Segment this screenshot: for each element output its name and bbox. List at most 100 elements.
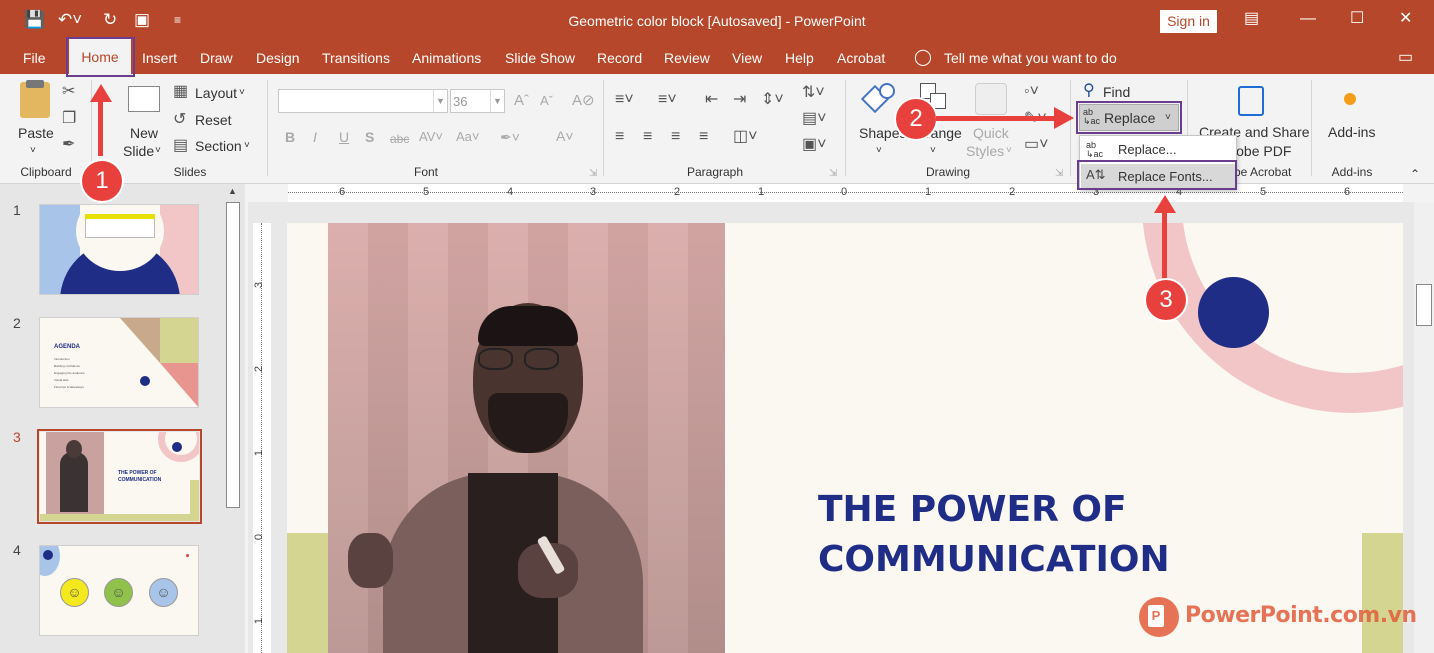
smartart-icon[interactable]: ▣˅ — [802, 136, 826, 154]
speaker-photo[interactable] — [328, 223, 725, 653]
font-size-dropdown-icon[interactable]: ▼ — [490, 90, 504, 112]
increase-font-size-icon[interactable]: Aˆ — [514, 92, 529, 110]
copy-icon[interactable]: ❐ — [62, 110, 76, 128]
replace-menu-item[interactable]: Replace... — [1118, 141, 1177, 159]
quick-styles-icon[interactable] — [975, 83, 1007, 115]
slide-thumbnail-4[interactable]: ☺ ☺ ☺ — [39, 545, 199, 636]
paragraph-dialog-launcher-icon[interactable]: ⇲ — [829, 165, 837, 183]
quick-styles-button-line2[interactable]: Styles — [966, 142, 1004, 160]
group-label-slides: Slides — [173, 165, 207, 179]
tab-design[interactable]: Design — [256, 48, 300, 68]
align-text-icon[interactable]: ▤˅ — [802, 110, 826, 128]
tell-me-search[interactable]: Tell me what you want to do — [944, 48, 1117, 68]
shadow-icon[interactable]: S — [365, 128, 374, 146]
scroll-up-icon[interactable]: ▲ — [228, 186, 237, 196]
slide-number: 1 — [13, 202, 21, 218]
thumbnail-scrollbar[interactable]: ▲ — [224, 184, 242, 653]
tab-review[interactable]: Review — [664, 48, 710, 68]
shapes-dropdown-icon[interactable]: ˅ — [876, 142, 882, 160]
slide-title-line-2[interactable]: COMMUNICATION — [818, 539, 1170, 580]
font-name-input[interactable] — [278, 89, 448, 113]
section-dropdown-icon[interactable]: ˅ — [244, 137, 250, 155]
collapse-ribbon-icon[interactable]: ⌃ — [1410, 165, 1420, 183]
tab-help[interactable]: Help — [785, 48, 814, 68]
shapes-icon[interactable] — [860, 83, 895, 114]
tab-file[interactable]: File — [23, 48, 46, 68]
align-center-icon[interactable]: ≡ — [643, 128, 652, 146]
italic-icon[interactable]: I — [313, 128, 317, 146]
tab-acrobat[interactable]: Acrobat — [837, 48, 885, 68]
reset-button[interactable]: Reset — [195, 111, 232, 129]
slide-thumbnail-2[interactable]: AGENDA Introduction Building confidence … — [39, 317, 199, 408]
tab-transitions[interactable]: Transitions — [322, 48, 390, 68]
add-ins-icon[interactable] — [1344, 93, 1356, 105]
decrease-font-size-icon[interactable]: Aˇ — [540, 92, 553, 110]
sign-in-button[interactable]: Sign in — [1160, 10, 1217, 33]
character-spacing-icon[interactable]: AV˅ — [419, 128, 443, 146]
clear-formatting-icon[interactable]: A⊘ — [572, 92, 595, 110]
line-spacing-icon[interactable]: ⇕˅ — [761, 91, 784, 109]
columns-icon[interactable]: ◫˅ — [733, 128, 757, 146]
annotation-arrowhead-1 — [90, 84, 112, 102]
tab-insert[interactable]: Insert — [142, 48, 177, 68]
strikethrough-icon[interactable]: abc — [390, 130, 409, 148]
canvas-scrollbar[interactable] — [1414, 202, 1434, 653]
tab-view[interactable]: View — [732, 48, 762, 68]
increase-indent-icon[interactable]: ⇥ — [733, 91, 746, 109]
section-button[interactable]: Section — [195, 137, 242, 155]
smiley-yellow-icon: ☺ — [60, 578, 89, 607]
tab-animations[interactable]: Animations — [412, 48, 481, 68]
close-icon[interactable]: ✕ — [1399, 8, 1412, 30]
paste-dropdown-icon[interactable]: ˅ — [30, 142, 36, 160]
quick-styles-dropdown-icon[interactable]: ˅ — [1006, 142, 1012, 160]
comments-icon[interactable]: ▭ — [1398, 48, 1413, 68]
align-left-icon[interactable]: ≡ — [615, 128, 624, 146]
maximize-icon[interactable]: ☐ — [1350, 8, 1364, 30]
format-painter-icon[interactable]: ✒ — [62, 136, 75, 154]
ribbon-display-icon[interactable]: ▤ — [1244, 8, 1259, 30]
quick-styles-button[interactable]: Quick — [973, 124, 1009, 142]
new-slide-icon[interactable] — [128, 86, 160, 112]
new-slide-button[interactable]: New — [130, 124, 158, 142]
underline-icon[interactable]: U — [339, 128, 349, 146]
text-direction-icon[interactable]: ⇅˅ — [802, 84, 825, 102]
section-icon: ▤ — [173, 137, 189, 154]
layout-dropdown-icon[interactable]: ˅ — [239, 84, 245, 102]
slide-thumbnail-1[interactable] — [39, 204, 199, 295]
highlight-icon[interactable]: ✒˅ — [500, 128, 520, 146]
new-slide-dropdown-icon[interactable]: ˅ — [155, 142, 161, 160]
minimize-icon[interactable]: — — [1300, 8, 1316, 30]
justify-icon[interactable]: ≡ — [699, 128, 708, 146]
font-dialog-launcher-icon[interactable]: ⇲ — [589, 165, 597, 183]
shape-effects-icon[interactable]: ▭˅ — [1024, 136, 1048, 154]
slide-canvas[interactable]: THE POWER OF COMMUNICATION — [287, 223, 1403, 653]
slide-thumbnail-3-selected[interactable]: THE POWER OF COMMUNICATION — [37, 429, 202, 524]
group-label-add-ins: Add-ins — [1331, 165, 1373, 179]
tab-slide-show[interactable]: Slide Show — [505, 48, 575, 68]
font-color-icon[interactable]: A˅ — [556, 127, 574, 145]
canvas-scrollbar-thumb[interactable] — [1416, 284, 1432, 326]
find-button[interactable]: Find — [1103, 83, 1130, 101]
bold-icon[interactable]: B — [285, 128, 295, 146]
create-share-pdf-icon[interactable] — [1238, 86, 1264, 116]
new-slide-button-line2[interactable]: Slide — [123, 142, 154, 160]
annotation-arrowhead-3 — [1154, 195, 1176, 213]
decrease-indent-icon[interactable]: ⇤ — [705, 91, 718, 109]
ruler-number: 4 — [507, 186, 514, 198]
arrange-dropdown-icon[interactable]: ˅ — [930, 142, 936, 160]
tab-record[interactable]: Record — [597, 48, 642, 68]
layout-button[interactable]: Layout — [195, 84, 237, 102]
bullets-icon[interactable]: ≡˅ — [615, 91, 634, 109]
slide-title-line-1[interactable]: THE POWER OF — [818, 489, 1127, 530]
change-case-icon[interactable]: Aa˅ — [456, 128, 480, 146]
add-ins-button[interactable]: Add-ins — [1328, 123, 1375, 141]
align-right-icon[interactable]: ≡ — [671, 128, 680, 146]
scrollbar-thumb[interactable] — [226, 202, 240, 508]
font-name-dropdown-icon[interactable]: ▼ — [433, 90, 447, 112]
shape-fill-icon[interactable]: ◦˅ — [1024, 83, 1039, 101]
tab-draw[interactable]: Draw — [200, 48, 233, 68]
paste-button[interactable]: Paste — [18, 124, 54, 142]
numbering-icon[interactable]: ≡˅ — [658, 91, 677, 109]
drawing-dialog-launcher-icon[interactable]: ⇲ — [1055, 165, 1063, 183]
cut-icon[interactable]: ✂ — [62, 83, 75, 101]
